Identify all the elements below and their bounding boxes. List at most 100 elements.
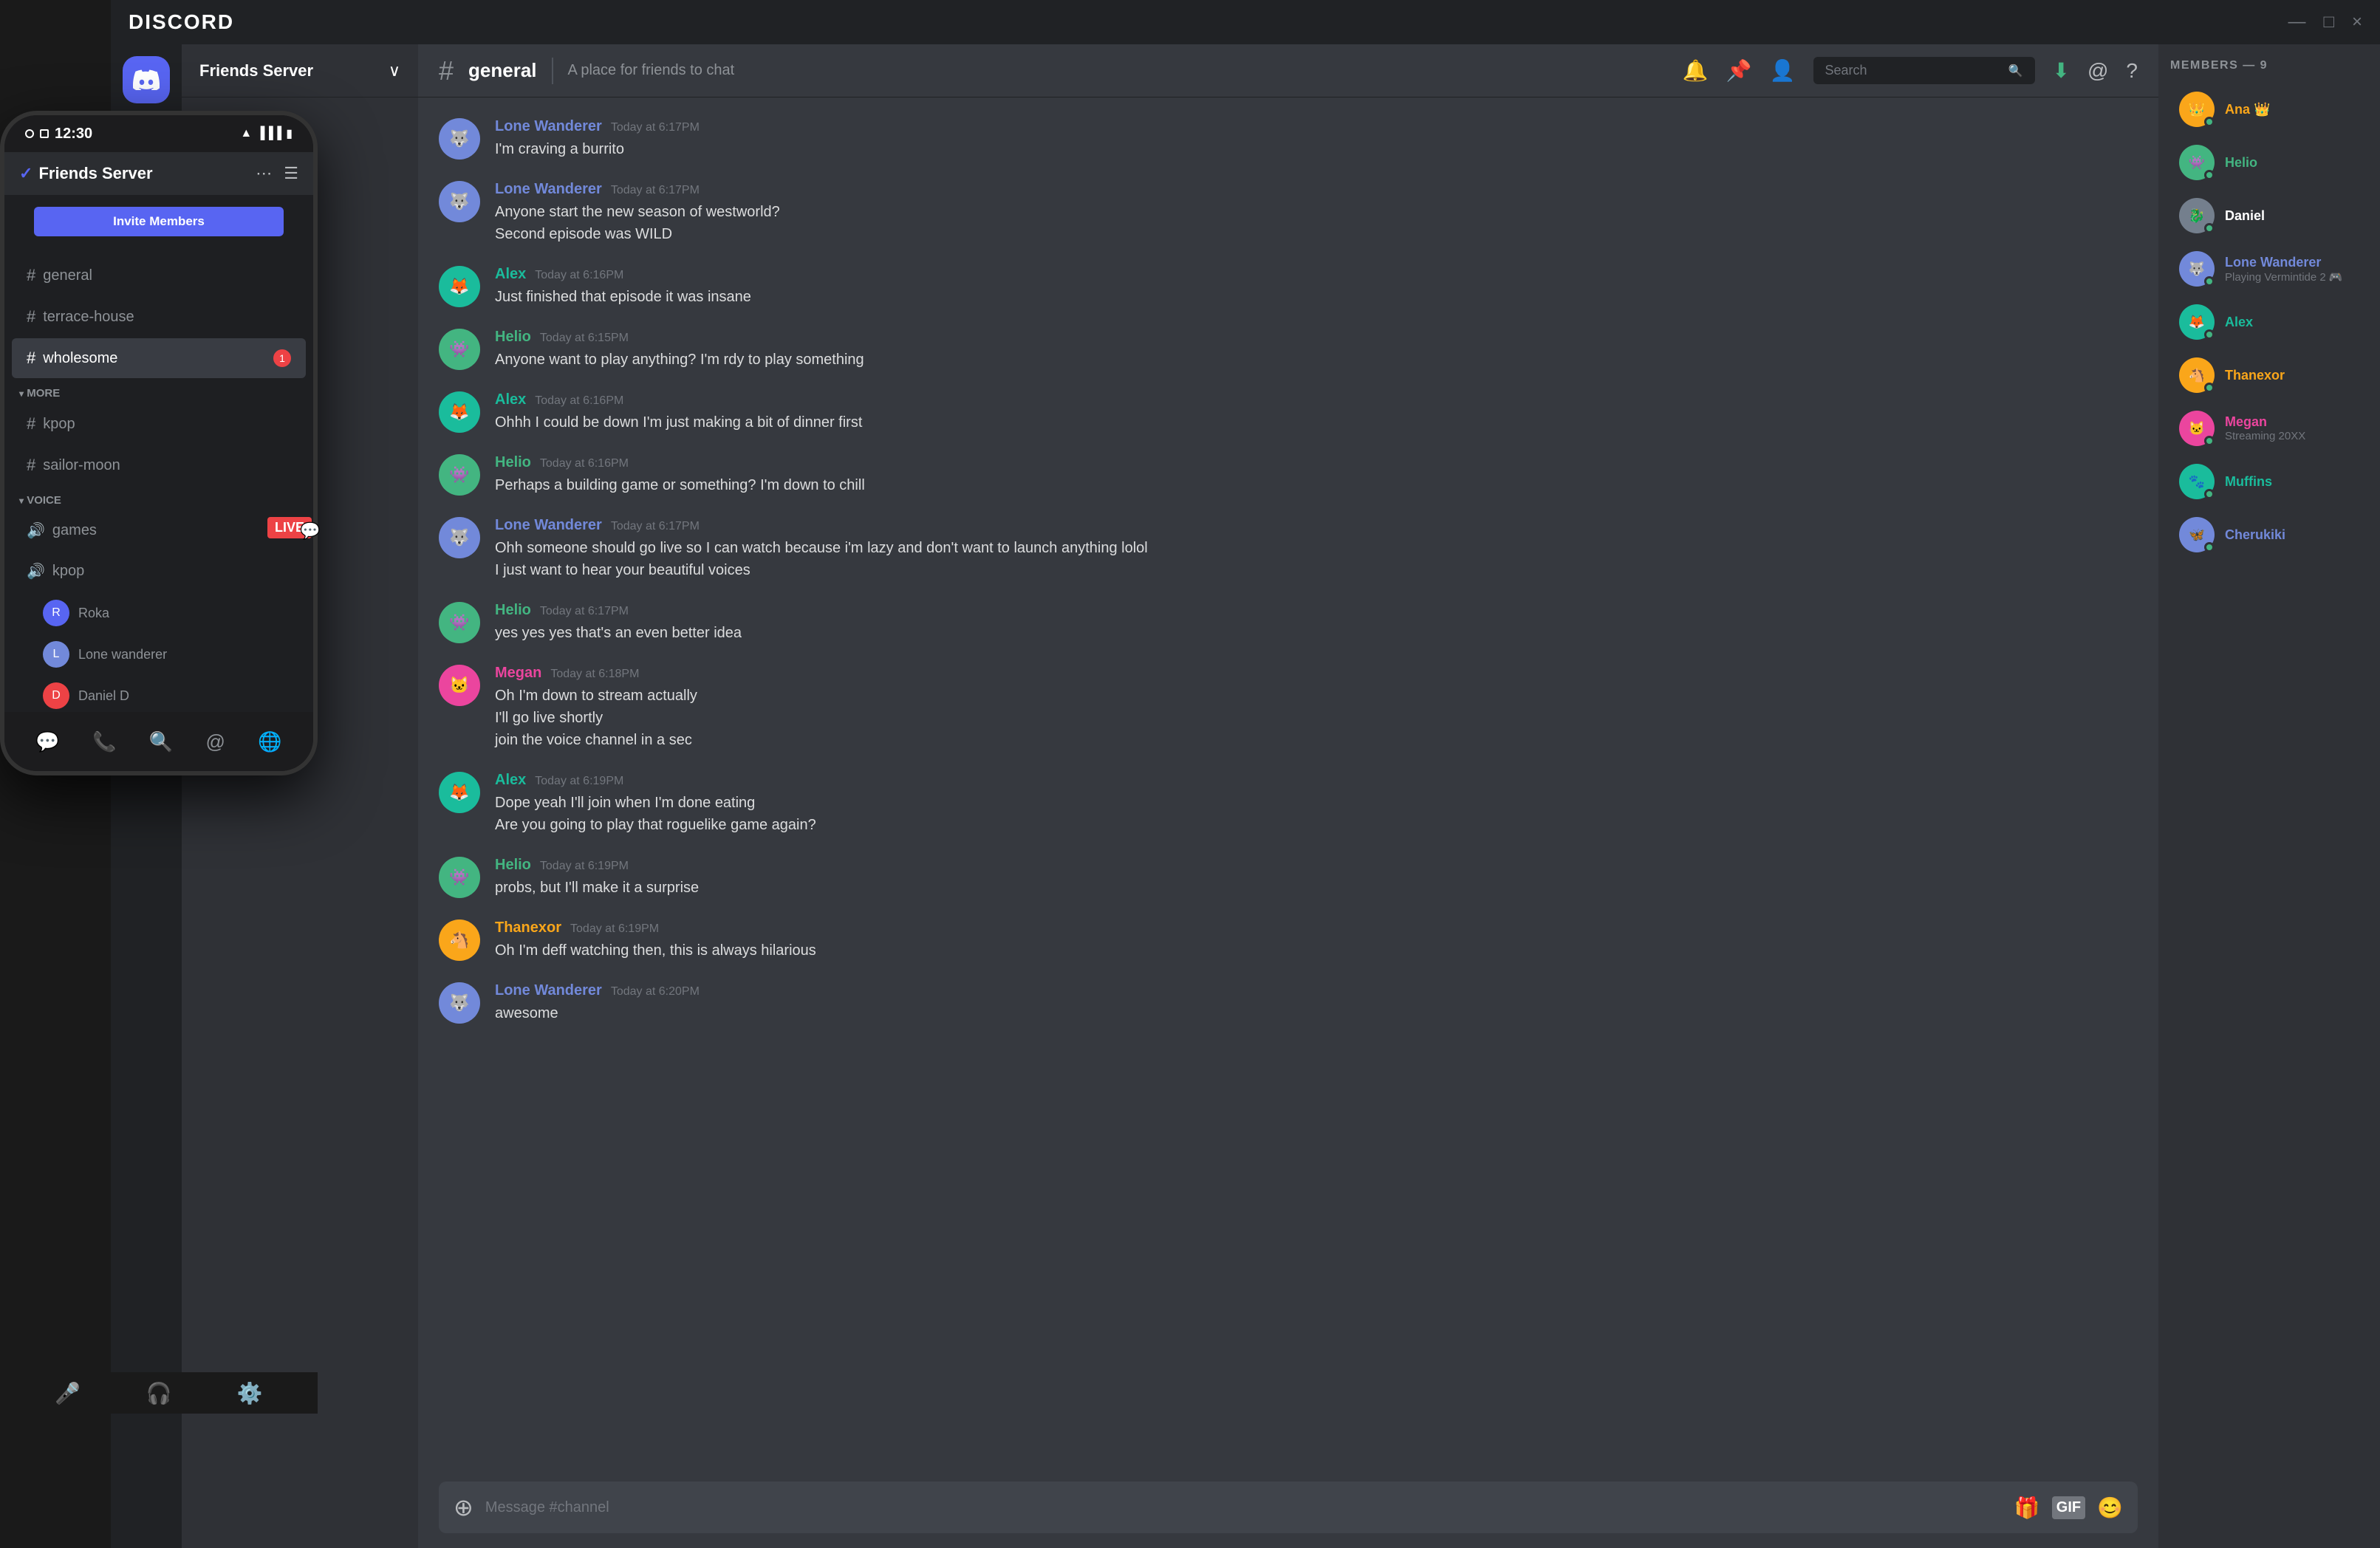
message-group: 👾 Helio Today at 6:15PM Anyone want to p… bbox=[439, 329, 2138, 371]
mobile-channel-kpop[interactable]: # kpop bbox=[12, 404, 306, 444]
gift-icon[interactable]: 🎁 bbox=[2014, 1496, 2040, 1520]
message-content: Helio Today at 6:16PM Perhaps a building… bbox=[495, 454, 2138, 496]
server-header[interactable]: Friends Server ∨ bbox=[182, 44, 418, 97]
headphones-icon[interactable]: 🎧 bbox=[146, 1381, 172, 1405]
main-layout: 🌄 ⚙️ + Friends Server ∨ # welcome bbox=[111, 44, 2380, 1548]
invite-members-button[interactable]: Invite Members bbox=[34, 207, 284, 236]
message-author: Lone Wanderer bbox=[495, 517, 602, 534]
messages-container: 🐺 Lone Wanderer Today at 6:17PM I'm crav… bbox=[418, 97, 2158, 1467]
mobile-nav-search[interactable]: 🔍 bbox=[149, 730, 173, 753]
mobile-channel-terrace-house[interactable]: # terrace-house bbox=[12, 297, 306, 337]
member-item[interactable]: 🐺 Lone Wanderer Playing Vermintide 2 🎮 bbox=[2170, 244, 2368, 294]
call-icon: 📞 bbox=[92, 730, 116, 753]
avatar: 👾 bbox=[439, 857, 480, 898]
message-text: Dope yeah I'll join when I'm done eating… bbox=[495, 792, 2138, 836]
mobile-channel-general[interactable]: # general bbox=[12, 256, 306, 295]
avatar: 🐉 bbox=[2179, 198, 2215, 233]
mobile-menu-icon[interactable]: ☰ bbox=[284, 164, 298, 183]
avatar: 🐱 bbox=[439, 665, 480, 706]
mobile-nav-discover[interactable]: 🌐 bbox=[258, 730, 281, 753]
message-input[interactable] bbox=[485, 1499, 2003, 1516]
member-name: Alex bbox=[2225, 315, 2359, 330]
status-indicator bbox=[2204, 489, 2215, 499]
close-button[interactable]: × bbox=[2352, 12, 2362, 32]
avatar: 🐴 bbox=[2179, 357, 2215, 393]
maximize-button[interactable]: □ bbox=[2323, 12, 2334, 32]
message-group: 👾 Helio Today at 6:19PM probs, but I'll … bbox=[439, 857, 2138, 899]
title-bar: DISCORD — □ × bbox=[111, 0, 2380, 44]
message-group: 🦊 Alex Today at 6:16PM Ohhh I could be d… bbox=[439, 391, 2138, 434]
mobile-channel-wholesome[interactable]: # wholesome 1 bbox=[12, 338, 306, 378]
mic-icon[interactable]: 🎤 bbox=[55, 1381, 81, 1405]
chat-header-actions: 🔔 📌 👤 🔍 ⬇ @ ? bbox=[1683, 57, 2138, 84]
server-icon-discord[interactable] bbox=[123, 56, 170, 103]
mobile-nav-mentions[interactable]: @ bbox=[206, 730, 225, 753]
mobile-bottom-bar: 💬 📞 🔍 @ 🌐 bbox=[4, 712, 313, 771]
member-item[interactable]: 🐴 Thanexor bbox=[2170, 350, 2368, 400]
message-content: Alex Today at 6:16PM Just finished that … bbox=[495, 266, 2138, 308]
mobile-voice-member-roka[interactable]: R Roka bbox=[4, 592, 313, 634]
members-icon[interactable]: 👤 bbox=[1770, 58, 1796, 83]
member-info: Alex bbox=[2225, 315, 2359, 330]
channel-title: general bbox=[468, 59, 537, 82]
mobile-channel-sailor-moon[interactable]: # sailor-moon bbox=[12, 445, 306, 485]
member-item[interactable]: 🦋 Cherukiki bbox=[2170, 510, 2368, 560]
message-timestamp: Today at 6:17PM bbox=[611, 184, 700, 197]
member-item[interactable]: 🐾 Muffins bbox=[2170, 456, 2368, 507]
status-indicator bbox=[2204, 542, 2215, 552]
time-display: 12:30 bbox=[55, 126, 92, 143]
add-file-button[interactable]: ⊕ bbox=[454, 1493, 473, 1521]
message-header: Alex Today at 6:16PM bbox=[495, 266, 2138, 283]
emoji-icon[interactable]: 😊 bbox=[2097, 1496, 2123, 1520]
member-name: Daniel bbox=[2225, 208, 2359, 224]
settings-icon[interactable]: ⚙️ bbox=[237, 1381, 263, 1405]
message-header: Alex Today at 6:16PM bbox=[495, 391, 2138, 408]
inbox-icon[interactable]: @ bbox=[2087, 59, 2108, 83]
globe-icon: 🌐 bbox=[258, 730, 281, 753]
search-icon: 🔍 bbox=[2008, 64, 2023, 78]
member-item[interactable]: 👑 Ana 👑 bbox=[2170, 84, 2368, 134]
member-item[interactable]: 👾 Helio bbox=[2170, 137, 2368, 188]
message-timestamp: Today at 6:19PM bbox=[535, 775, 623, 788]
minimize-button[interactable]: — bbox=[2288, 12, 2305, 32]
mobile-voice-games[interactable]: 🔊 games bbox=[12, 511, 306, 550]
mobile-members-icon[interactable]: ⋯ bbox=[256, 164, 272, 183]
invite-button-wrapper: Invite Members bbox=[4, 195, 313, 248]
mobile-nav-chat[interactable]: 💬 bbox=[35, 730, 59, 753]
message-text: Oh I'm down to stream actuallyI'll go li… bbox=[495, 685, 2138, 751]
member-item[interactable]: 🦊 Alex bbox=[2170, 297, 2368, 347]
message-header: Lone Wanderer Today at 6:17PM bbox=[495, 118, 2138, 135]
download-icon[interactable]: ⬇ bbox=[2053, 58, 2070, 83]
mobile-voice-kpop[interactable]: 🔊 kpop bbox=[12, 552, 306, 591]
message-group: 🐺 Lone Wanderer Today at 6:17PM Anyone s… bbox=[439, 181, 2138, 245]
message-group: 🐺 Lone Wanderer Today at 6:17PM I'm crav… bbox=[439, 118, 2138, 160]
member-status-text: Streaming 20XX bbox=[2225, 430, 2359, 442]
server-chevron-icon: ∨ bbox=[389, 61, 400, 81]
avatar: 🐺 bbox=[439, 118, 480, 160]
member-item[interactable]: 🐉 Daniel bbox=[2170, 191, 2368, 241]
member-item[interactable]: 🐱 Megan Streaming 20XX bbox=[2170, 403, 2368, 453]
message-text: Ohhh I could be down I'm just making a b… bbox=[495, 411, 2138, 434]
status-indicator bbox=[2204, 383, 2215, 393]
mobile-nav-call[interactable]: 📞 bbox=[92, 730, 116, 753]
window-controls: — □ × bbox=[2288, 12, 2362, 32]
member-info: Muffins bbox=[2225, 474, 2359, 490]
gif-icon[interactable]: GIF bbox=[2052, 1496, 2085, 1519]
search-box[interactable]: 🔍 bbox=[1813, 57, 2035, 84]
message-author: Lone Wanderer bbox=[495, 982, 602, 999]
pin-icon[interactable]: 📌 bbox=[1726, 58, 1752, 83]
avatar: 👾 bbox=[439, 602, 480, 643]
member-name: Lone Wanderer bbox=[2225, 255, 2359, 270]
avatar: 🐺 bbox=[439, 517, 480, 558]
message-group: 👾 Helio Today at 6:17PM yes yes yes that… bbox=[439, 602, 2138, 644]
mobile-voice-member-danield[interactable]: D Daniel D bbox=[4, 675, 313, 712]
message-timestamp: Today at 6:16PM bbox=[535, 394, 623, 408]
message-timestamp: Today at 6:15PM bbox=[540, 332, 629, 345]
bell-icon[interactable]: 🔔 bbox=[1683, 58, 1709, 83]
help-icon[interactable]: ? bbox=[2126, 59, 2138, 83]
chat-area: # general A place for friends to chat 🔔 … bbox=[418, 44, 2158, 1548]
message-group: 🐱 Megan Today at 6:18PM Oh I'm down to s… bbox=[439, 665, 2138, 751]
message-input-box: ⊕ 🎁 GIF 😊 bbox=[439, 1482, 2138, 1533]
mobile-voice-member-lonewanderer[interactable]: L Lone wanderer bbox=[4, 634, 313, 675]
search-input[interactable] bbox=[1825, 63, 2001, 78]
